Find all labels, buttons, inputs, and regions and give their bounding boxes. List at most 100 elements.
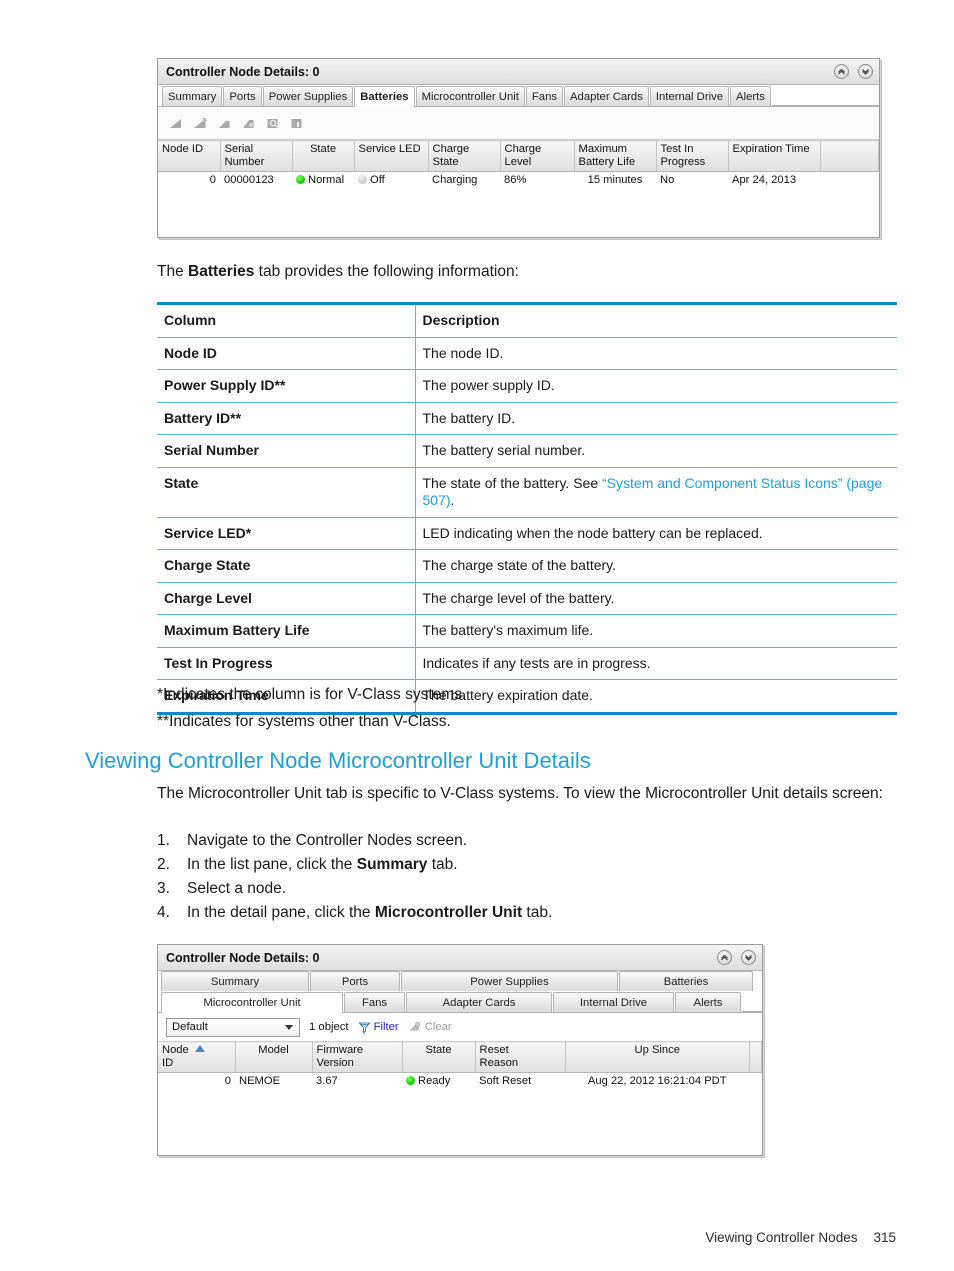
panel-titlebar: Controller Node Details: 0 [158,945,762,971]
battery-icon-5[interactable] [264,115,281,132]
page-footer: Viewing Controller Nodes 315 [705,1230,896,1245]
col-charge-level[interactable]: Charge Level [500,139,575,173]
tab-summary[interactable]: Summary [162,85,223,106]
desc-cell-column: Node ID [157,337,416,370]
footnote-double-star: **Indicates for systems other than V-Cla… [157,713,451,730]
cell-service-led-label: Off [370,174,385,187]
tab-batteries[interactable]: Batteries [619,970,753,991]
intro-after: tab provides the following information: [254,263,519,280]
step-number: 4. [157,904,170,922]
detail-tabstrip-row1[interactable]: Summary Ports Power Supplies Batteries [158,970,762,991]
battery-icon-4[interactable] [240,115,257,132]
tab-microcontroller-unit[interactable]: Microcontroller Unit [415,85,525,106]
list-item: 3. Select a node. [157,877,857,901]
tab-fans[interactable]: Fans [525,85,564,106]
desc-cell-column: Service LED* [157,517,416,550]
tab-summary[interactable]: Summary [161,970,309,991]
status-led-green-icon [406,1076,415,1086]
clear-button[interactable]: Clear [408,1021,452,1034]
batteries-column-description-table: Column Description Node ID The node ID. … [157,302,897,715]
tab-adapter-cards[interactable]: Adapter Cards [406,991,552,1012]
mcu-table: Node ID Model Firmware Version State Reset… [158,1040,762,1090]
col-maximum-battery-life[interactable]: Maximum Battery Life [574,139,657,173]
cell-up-since: Aug 22, 2012 16:21:04 PDT [565,1072,750,1090]
tab-adapter-cards[interactable]: Adapter Cards [564,85,649,106]
col-spacer [820,139,879,173]
detail-tabstrip[interactable]: Summary Ports Power Supplies Batteries M… [158,85,879,107]
table-row[interactable]: 0 NEMOE 3.67 Ready Soft Reset Aug 22, 20… [158,1072,762,1090]
step-text: In the list pane, click the Summary tab. [187,856,458,874]
table-row: Test In Progress Indicates if any tests … [157,647,897,680]
cell-expiration-time: Apr 24, 2013 [728,171,820,189]
tab-power-supplies[interactable]: Power Supplies [401,970,618,991]
col-reset-reason[interactable]: Reset Reason [475,1040,566,1074]
panel-title: Controller Node Details: 0 [166,64,320,79]
table-row: Node ID The node ID. [157,337,897,370]
cell-state: Ready [402,1072,475,1090]
col-charge-state[interactable]: Charge State [428,139,501,173]
desc-cell-description: The battery ID. [415,402,897,435]
list-item: 2. In the list pane, click the Summary t… [157,853,857,877]
footnote-single-star: *Indicates the column is for V-Class sys… [157,686,467,703]
desc-cell-description: LED indicating when the node battery can… [415,517,897,550]
tab-microcontroller-unit[interactable]: Microcontroller Unit [161,991,343,1013]
funnel-icon [357,1021,371,1034]
desc-text-tail: . [450,492,455,508]
tab-internal-drive[interactable]: Internal Drive [553,991,674,1012]
view-select[interactable]: Default [166,1017,300,1037]
tab-batteries[interactable]: Batteries [354,85,415,107]
cell-model: NEMOE [235,1072,312,1090]
screenshot-controller-node-details-batteries: Controller Node Details: 0 Summary Ports… [157,58,880,238]
filter-button[interactable]: Filter [357,1021,399,1034]
tab-alerts[interactable]: Alerts [675,991,741,1012]
col-service-led[interactable]: Service LED [354,139,429,173]
table-row: Power Supply ID** The power supply ID. [157,369,897,403]
battery-icon-2[interactable] [192,115,209,132]
col-model[interactable]: Model [235,1040,313,1074]
tab-ports[interactable]: Ports [223,85,262,106]
step-number: 2. [157,856,170,874]
cell-firmware-version: 3.67 [312,1072,402,1090]
tab-internal-drive[interactable]: Internal Drive [649,85,730,106]
chevron-up-circle-icon[interactable] [834,64,849,79]
desc-header-column: Column [157,303,416,338]
cell-state-label: Normal [308,174,345,187]
tab-fans[interactable]: Fans [344,991,405,1012]
tabstrip-filler [771,88,879,106]
tab-alerts[interactable]: Alerts [730,85,771,106]
chevron-down-circle-icon[interactable] [858,64,873,79]
battery-icon-6[interactable] [288,115,305,132]
col-state[interactable]: State [402,1040,476,1074]
col-serial-number[interactable]: Serial Number [220,139,293,173]
battery-icon-1[interactable] [168,115,185,132]
col-state[interactable]: State [292,139,355,173]
step-number: 1. [157,832,170,849]
panel-title: Controller Node Details: 0 [166,950,320,965]
detail-tabstrip-row2[interactable]: Microcontroller Unit Fans Adapter Cards … [158,991,762,1013]
col-expiration-time[interactable]: Expiration Time [728,139,821,173]
cell-state-label: Ready [418,1075,451,1088]
col-up-since[interactable]: Up Since [565,1040,750,1074]
battery-icon-3[interactable] [216,115,233,132]
table-row[interactable]: 0 00000123 Normal Off Charging 86% 15 mi… [158,171,879,189]
cell-spacer [820,171,879,189]
table-row: Charge State The charge state of the bat… [157,549,897,583]
mcu-filter-bar: Default 1 object Filter Clear [158,1013,762,1041]
battery-toolbar [158,107,879,140]
tab-ports[interactable]: Ports [310,970,400,991]
col-node-id[interactable]: Node ID [158,139,221,173]
chevron-down-circle-icon[interactable] [741,950,756,965]
col-firmware-version[interactable]: Firmware Version [312,1040,403,1074]
desc-header-description: Description [415,303,897,338]
desc-cell-description: The power supply ID. [415,369,897,403]
desc-text: The state of the battery. See [422,474,603,491]
col-test-in-progress[interactable]: Test In Progress [656,139,729,173]
desc-cell-description: The charge state of the battery. [415,549,897,583]
col-node-id[interactable]: Node ID [158,1040,236,1074]
batteries-table: Node ID Serial Number State Service LED C… [158,139,879,189]
table-row: Serial Number The battery serial number. [157,434,897,468]
tab-power-supplies[interactable]: Power Supplies [262,85,354,106]
desc-cell-description: The charge level of the battery. [415,582,897,615]
chevron-up-circle-icon[interactable] [717,950,732,965]
filter-label: Filter [373,1021,399,1033]
